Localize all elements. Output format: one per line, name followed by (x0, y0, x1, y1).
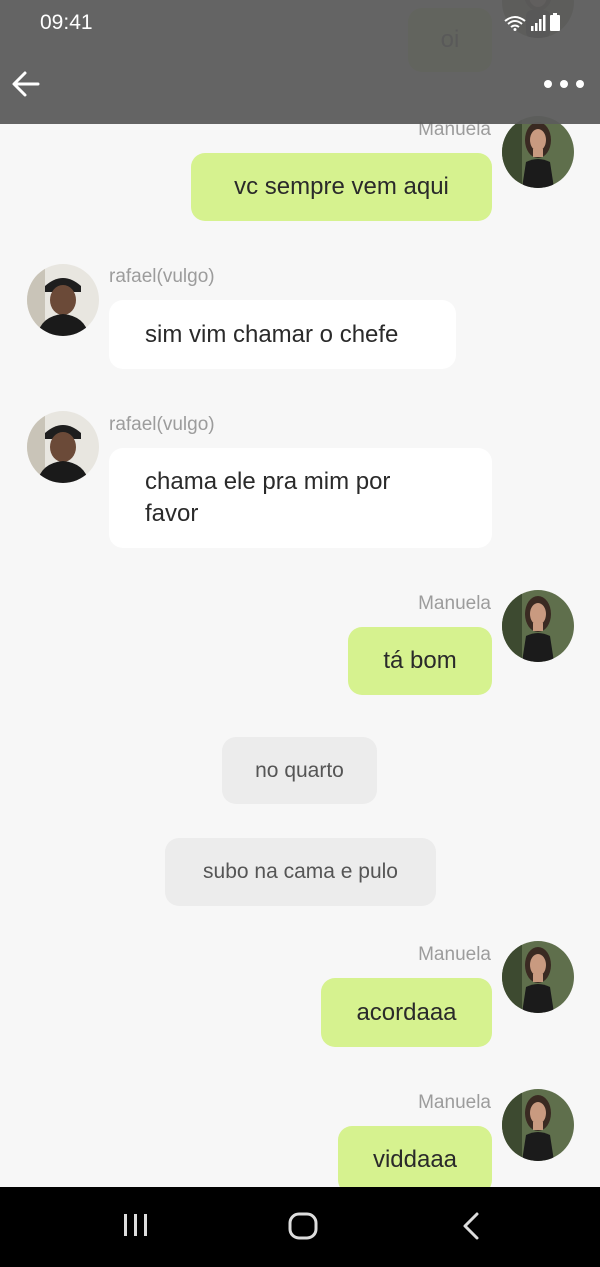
status-icons (504, 13, 560, 36)
message-bubble-mine[interactable]: vc sempre vem aqui (191, 153, 492, 221)
message-text: sim vim chamar o chefe (145, 320, 399, 348)
home-icon (288, 1212, 318, 1245)
message-bubble-other[interactable]: sim vim chamar o chefe (109, 300, 456, 369)
battery-icon (550, 13, 560, 36)
message-bubble-mine[interactable]: viddaaa (338, 1126, 492, 1187)
avatar-manuela[interactable] (502, 1089, 574, 1161)
message-text: chama ele pra mim por favor (145, 468, 391, 527)
message-bubble-mine[interactable]: tá bom (348, 627, 492, 695)
message-bubble-mine[interactable]: acordaaa (321, 978, 492, 1047)
message-bubble-other[interactable]: chama ele pra mim por favor (109, 448, 492, 548)
narration-text: subo na cama e pulo (203, 860, 398, 883)
more-options-button[interactable] (542, 72, 586, 96)
more-options-icon (542, 80, 586, 100)
narration-bubble[interactable]: no quarto (222, 737, 377, 804)
message-text: tá bom (383, 647, 457, 674)
arrow-left-icon (10, 71, 42, 104)
message-text: acordaaa (356, 998, 457, 1026)
message-text: vc sempre vem aqui (234, 173, 449, 200)
avatar-manuela[interactable] (502, 116, 574, 188)
top-bar: 09:41 (0, 0, 600, 124)
narration-bubble[interactable]: subo na cama e pulo (165, 838, 436, 906)
chat-area[interactable]: oi Manuela vc sempre vem aqui rafael(vul… (0, 0, 600, 1187)
message-text: viddaaa (372, 1146, 458, 1173)
narration-text: no quarto (255, 758, 344, 782)
chevron-left-icon (460, 1212, 482, 1245)
sender-name: Manuela (418, 1092, 491, 1113)
nav-back-button[interactable] (460, 1211, 482, 1246)
avatar-rafael[interactable] (27, 411, 99, 483)
avatar-manuela[interactable] (502, 590, 574, 662)
system-nav-bar (0, 1187, 600, 1267)
status-time: 09:41 (40, 11, 93, 34)
avatar-manuela[interactable] (502, 941, 574, 1013)
recent-apps-icon (122, 1214, 150, 1245)
back-button[interactable] (10, 68, 42, 100)
avatar-rafael[interactable] (27, 264, 99, 336)
sender-name: Manuela (418, 593, 491, 614)
home-button[interactable] (288, 1211, 318, 1246)
recent-apps-button[interactable] (122, 1211, 150, 1246)
wifi-icon (504, 15, 526, 36)
sender-name: rafael(vulgo) (109, 414, 215, 435)
signal-icon (530, 15, 546, 36)
sender-name: Manuela (418, 944, 491, 965)
sender-name: rafael(vulgo) (109, 266, 215, 287)
